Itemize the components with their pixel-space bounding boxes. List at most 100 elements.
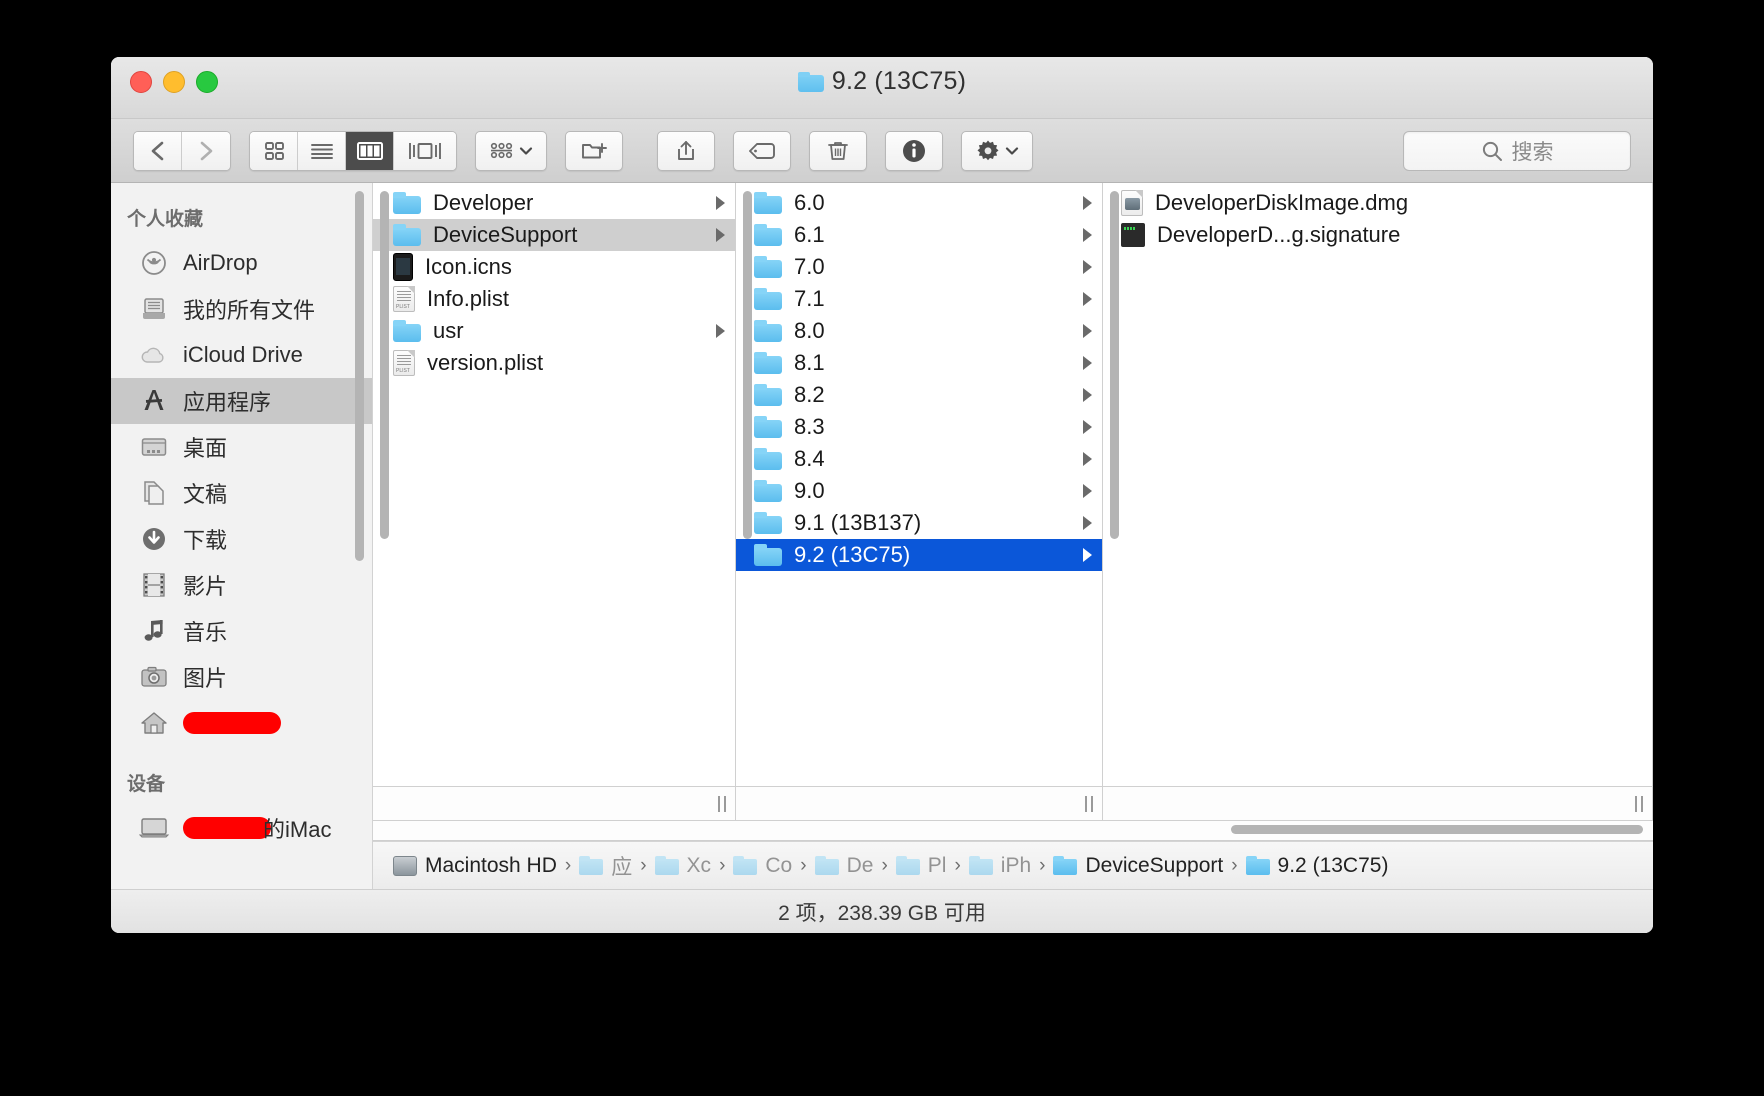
folder-icon <box>393 320 421 342</box>
column-2-row-6-0[interactable]: 6.0 <box>736 187 1102 219</box>
sidebar-item-desktop[interactable]: 桌面 <box>111 424 372 470</box>
column-1-row-devicesupport[interactable]: DeviceSupport <box>373 219 735 251</box>
list-view-button[interactable] <box>298 131 346 170</box>
coverflow-view-button[interactable] <box>394 131 456 170</box>
row-label: 9.2 (13C75) <box>794 542 911 567</box>
forward-button[interactable] <box>182 131 230 170</box>
downloads-icon <box>139 526 169 552</box>
window-title-text: 9.2 (13C75) <box>831 67 967 95</box>
new-folder-button[interactable] <box>565 130 623 171</box>
horizontal-scrollbar[interactable] <box>1231 825 1643 834</box>
sidebar-item-downloads[interactable]: 下载 <box>111 516 372 562</box>
breadcrumb-separator: › <box>640 854 647 876</box>
column-3-row-developerdiskimage-dmg[interactable]: DeveloperDiskImage.dmg <box>1103 187 1652 219</box>
row-label: DeveloperD...g.signature <box>1157 222 1401 247</box>
home-icon <box>139 710 169 736</box>
breadcrumb-macintosh-hd[interactable]: Macintosh HD <box>393 854 557 878</box>
column-1-row-icon-icns[interactable]: Icon.icns <box>373 251 735 283</box>
column-view-button[interactable] <box>346 131 394 170</box>
breadcrumb-label: Pl <box>927 853 947 877</box>
folder-icon <box>968 856 993 875</box>
column-3-scrollbar[interactable] <box>1110 191 1119 539</box>
sidebar-item-label: 下载 <box>183 528 228 553</box>
column-2-row-7-0[interactable]: 7.0 <box>736 251 1102 283</box>
breadcrumb-developer[interactable]: De <box>814 854 873 878</box>
column-1-row-info-plist[interactable]: PLIST Info.plist <box>373 283 735 315</box>
column-1-row-version-plist[interactable]: PLIST version.plist <box>373 347 735 379</box>
disclosure-arrow-icon <box>1083 516 1092 530</box>
share-button[interactable] <box>657 130 715 171</box>
column-1-scrollbar[interactable] <box>380 191 389 539</box>
folder-icon <box>754 288 782 310</box>
sidebar-item-label: 桌面 <box>183 436 228 461</box>
sidebar-item-pictures[interactable]: 图片 <box>111 654 372 700</box>
sidebar-item-icloud-drive[interactable]: iCloud Drive <box>111 332 372 378</box>
sidebar-scrollbar[interactable] <box>355 191 364 561</box>
breadcrumb-label: DeviceSupport <box>1085 853 1224 877</box>
sidebar-item-label: 音乐 <box>183 620 228 645</box>
column-2-row-8-4[interactable]: 8.4 <box>736 443 1102 475</box>
pictures-icon <box>139 664 169 690</box>
action-menu-button[interactable] <box>961 130 1033 171</box>
row-label: Info.plist <box>427 286 509 311</box>
sidebar-item-label: 图片 <box>183 666 228 691</box>
column-2-row-8-0[interactable]: 8.0 <box>736 315 1102 347</box>
breadcrumb-iphoneos[interactable]: iPh <box>968 854 1031 878</box>
column-3-row-developerdiskimage-signature[interactable]: DeveloperD...g.signature <box>1103 219 1652 251</box>
sidebar-item-documents[interactable]: 文稿 <box>111 470 372 516</box>
column-2-scrollbar[interactable] <box>743 191 752 539</box>
delete-button[interactable] <box>809 130 867 171</box>
disclosure-arrow-icon <box>1083 260 1092 274</box>
disclosure-arrow-icon <box>1083 292 1092 306</box>
column-1-row-usr[interactable]: usr <box>373 315 735 347</box>
column-2-row-6-1[interactable]: 6.1 <box>736 219 1102 251</box>
column-2-row-8-1[interactable]: 8.1 <box>736 347 1102 379</box>
breadcrumb-contents[interactable]: Co <box>733 854 792 878</box>
column-2-row-9-2-selected[interactable]: 9.2 (13C75) <box>736 539 1102 571</box>
sidebar-item-imac[interactable]: 的iMac <box>111 805 372 851</box>
sidebar-item-music[interactable]: 音乐 <box>111 608 372 654</box>
breadcrumb-label: 应 <box>611 855 633 879</box>
search-field[interactable]: 搜索 <box>1403 131 1631 171</box>
plist-icon: PLIST <box>393 350 415 376</box>
row-label: 7.0 <box>794 254 825 279</box>
column-1-row-developer[interactable]: Developer <box>373 187 735 219</box>
sidebar-section-devices-header: 设备 <box>127 774 166 795</box>
column-1-resize-handle[interactable] <box>373 787 736 820</box>
column-2-row-8-3[interactable]: 8.3 <box>736 411 1102 443</box>
icon-view-button[interactable] <box>250 131 298 170</box>
breadcrumb-devicesupport[interactable]: DeviceSupport <box>1053 854 1223 878</box>
back-button[interactable] <box>134 131 182 170</box>
breadcrumb-xcode[interactable]: Xc <box>654 854 711 878</box>
sidebar-item-home[interactable] <box>111 700 372 746</box>
column-2-resize-handle[interactable] <box>736 787 1103 820</box>
row-label: version.plist <box>427 350 544 375</box>
folder-icon <box>754 448 782 470</box>
sidebar-item-label: 应用程序 <box>183 390 272 415</box>
folder-icon <box>1053 856 1078 875</box>
column-2-row-9-0[interactable]: 9.0 <box>736 475 1102 507</box>
sidebar-item-all-my-files[interactable]: 我的所有文件 <box>111 286 372 332</box>
breadcrumb-applications[interactable]: 应 <box>579 851 632 881</box>
tag-button[interactable] <box>733 130 791 171</box>
breadcrumb-current-folder[interactable]: 9.2 (13C75) <box>1245 854 1388 878</box>
arrange-button[interactable] <box>475 130 547 171</box>
column-2-row-9-1[interactable]: 9.1 (13B137) <box>736 507 1102 539</box>
breadcrumb-platforms[interactable]: Pl <box>895 853 947 878</box>
sidebar-item-applications[interactable]: 应用程序 <box>111 378 372 424</box>
column-2-row-8-2[interactable]: 8.2 <box>736 379 1102 411</box>
music-icon <box>139 618 169 644</box>
folder-icon <box>754 256 782 278</box>
disclosure-arrow-icon <box>1083 388 1092 402</box>
search-placeholder: 搜索 <box>1511 141 1554 164</box>
info-button[interactable] <box>885 130 943 171</box>
title-bar: 9.2 (13C75) <box>111 57 1653 119</box>
sidebar-item-airdrop[interactable]: AirDrop <box>111 240 372 286</box>
disclosure-arrow-icon <box>1083 196 1092 210</box>
column-view: Developer DeviceSupport Icon.icns PLIST … <box>373 183 1653 889</box>
airdrop-icon <box>139 250 169 276</box>
column-2-row-7-1[interactable]: 7.1 <box>736 283 1102 315</box>
disclosure-arrow-icon <box>716 324 725 338</box>
column-3-resize-handle[interactable] <box>1103 787 1653 820</box>
sidebar-item-movies[interactable]: 影片 <box>111 562 372 608</box>
